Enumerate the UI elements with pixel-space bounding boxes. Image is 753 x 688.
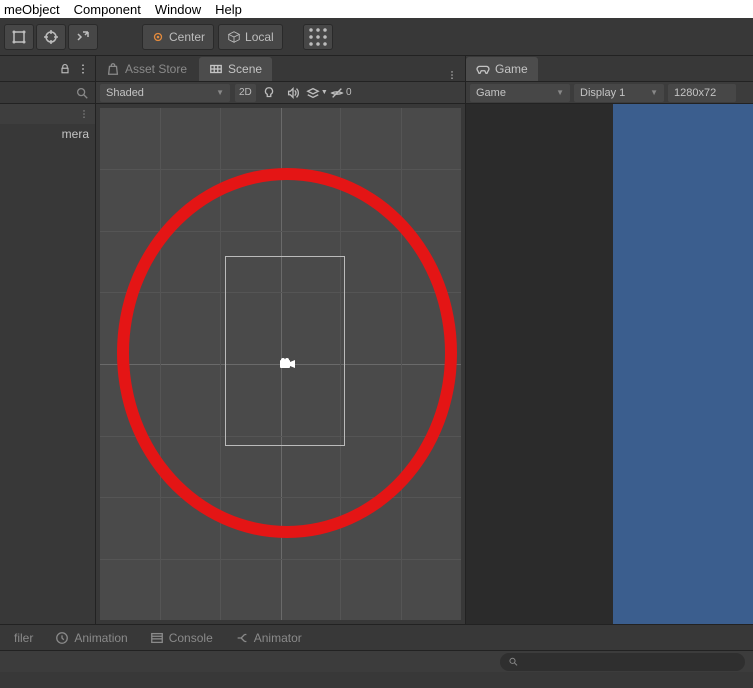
kebab-icon[interactable] (79, 109, 89, 119)
search-input[interactable] (522, 656, 737, 668)
2d-label: 2D (239, 87, 252, 98)
scene-toolbar: Shaded ▼ 2D ▼ 0 (96, 82, 465, 104)
scene-viewport[interactable] (100, 108, 461, 620)
resolution-label: 1280x72 (674, 87, 716, 99)
menu-component[interactable]: Component (74, 2, 141, 17)
scene-panel: Asset Store Scene Shaded ▼ 2D ▼ 0 (96, 56, 466, 624)
chevron-down-icon: ▼ (556, 88, 564, 97)
gamepad-icon (476, 62, 490, 76)
hierarchy-panel: mera (0, 56, 96, 624)
tab-label: Game (495, 62, 528, 76)
hierarchy-scene-header[interactable] (0, 104, 95, 124)
game-mode-label: Game (476, 87, 506, 99)
search-icon (508, 656, 518, 667)
game-mode-dropdown[interactable]: Game ▼ (470, 84, 570, 102)
audio-toggle[interactable] (282, 84, 304, 102)
speaker-icon (286, 86, 300, 100)
bottom-search-bar (0, 650, 753, 672)
main-content: mera Asset Store Scene Shaded ▼ 2D (0, 56, 753, 624)
tool-rect[interactable] (4, 24, 34, 50)
tab-menu-button[interactable] (439, 69, 465, 81)
menu-bar: meObject Component Window Help (0, 0, 753, 18)
scene-icon (209, 62, 223, 76)
display-label: Display 1 (580, 87, 625, 99)
tab-animation[interactable]: Animation (45, 627, 137, 649)
pivot-mode-button[interactable]: Center (142, 24, 214, 50)
bottom-tab-bar: filer Animation Console Animator (0, 624, 753, 650)
animator-icon (235, 631, 249, 645)
game-tabs: Game (466, 56, 753, 82)
lighting-toggle[interactable] (258, 84, 280, 102)
tab-label: Animator (254, 631, 302, 645)
fx-toggle[interactable]: ▼ (306, 84, 328, 102)
chevron-down-icon: ▼ (650, 88, 658, 97)
hierarchy-item-label: mera (62, 127, 89, 141)
search-icon[interactable] (75, 86, 89, 100)
menu-gameobject[interactable]: meObject (4, 2, 60, 17)
tab-label: Animation (74, 631, 127, 645)
game-render-area (613, 104, 753, 624)
tab-label: Console (169, 631, 213, 645)
shading-dropdown[interactable]: Shaded ▼ (100, 84, 230, 102)
tab-label: Scene (228, 62, 262, 76)
tab-scene[interactable]: Scene (199, 57, 272, 81)
game-letterbox (466, 104, 613, 624)
pivot-mode-label: Center (169, 30, 205, 44)
tab-label: filer (14, 631, 33, 645)
search-field[interactable] (500, 653, 745, 671)
rotation-mode-button[interactable]: Local (218, 24, 283, 50)
snap-button[interactable] (303, 24, 333, 50)
hierarchy-search-row (0, 82, 95, 104)
display-dropdown[interactable]: Display 1 ▼ (574, 84, 664, 102)
hidden-toggle[interactable]: 0 (330, 84, 352, 102)
clock-icon (55, 631, 69, 645)
game-toolbar: Game ▼ Display 1 ▼ 1280x72 (466, 82, 753, 104)
scene-tabs: Asset Store Scene (96, 56, 465, 82)
main-toolbar: Center Local (0, 18, 753, 56)
bag-icon (106, 62, 120, 76)
chevron-down-icon: ▼ (216, 88, 224, 97)
tool-transform[interactable] (36, 24, 66, 50)
hierarchy-header (0, 56, 95, 82)
menu-help[interactable]: Help (215, 2, 242, 17)
tab-asset-store[interactable]: Asset Store (96, 57, 197, 81)
hidden-count: 0 (346, 87, 352, 98)
tool-custom[interactable] (68, 24, 98, 50)
tab-label: Asset Store (125, 62, 187, 76)
rotation-mode-label: Local (245, 30, 274, 44)
tab-animator[interactable]: Animator (225, 627, 312, 649)
eye-off-icon (330, 86, 344, 100)
resolution-dropdown[interactable]: 1280x72 (668, 84, 736, 102)
tab-console[interactable]: Console (140, 627, 223, 649)
tab-profiler[interactable]: filer (4, 627, 43, 649)
menu-window[interactable]: Window (155, 2, 201, 17)
kebab-icon[interactable] (77, 63, 89, 75)
kebab-icon (447, 69, 457, 81)
annotation-circle (117, 168, 457, 538)
game-panel: Game Game ▼ Display 1 ▼ 1280x72 (466, 56, 753, 624)
shading-label: Shaded (106, 87, 144, 99)
lightbulb-icon (262, 86, 276, 100)
tab-game[interactable]: Game (466, 57, 538, 81)
2d-toggle[interactable]: 2D (235, 84, 256, 102)
lock-icon[interactable] (59, 63, 71, 75)
layers-icon (306, 86, 320, 100)
console-icon (150, 631, 164, 645)
game-viewport[interactable] (466, 104, 753, 624)
hierarchy-item-camera[interactable]: mera (0, 124, 95, 144)
